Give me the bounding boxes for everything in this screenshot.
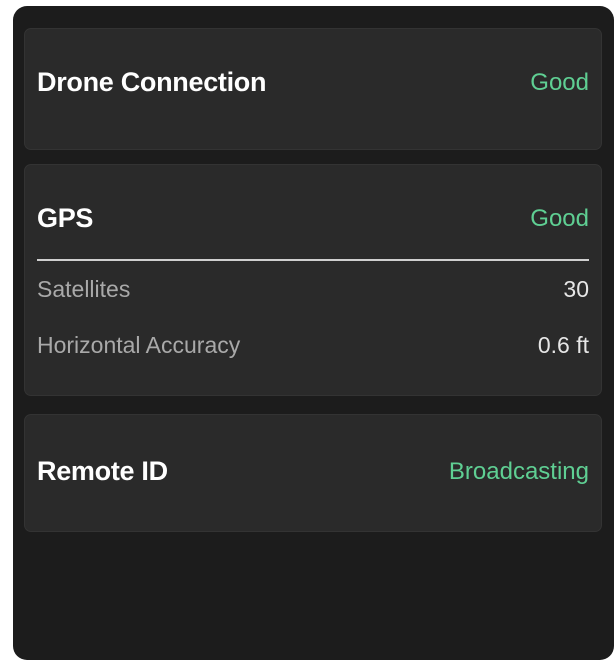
remote-id-status: Broadcasting xyxy=(448,457,589,485)
remote-id-row: Remote ID Broadcasting xyxy=(37,456,589,487)
remote-id-title: Remote ID xyxy=(37,456,168,486)
gps-title: GPS xyxy=(37,203,94,233)
gps-card: GPS Good Satellites 30 Horizontal Accura… xyxy=(24,164,602,396)
gps-status: Good xyxy=(530,204,589,232)
drone-connection-card: Drone Connection Good xyxy=(24,28,602,150)
horizontal-accuracy-label: Horizontal Accuracy xyxy=(37,332,241,358)
horizontal-accuracy-value: 0.6 ft xyxy=(537,332,589,358)
drone-connection-row: Drone Connection Good xyxy=(37,67,589,98)
status-panel: Drone Connection Good GPS Good Satellite… xyxy=(13,6,614,660)
gps-header-row: GPS Good xyxy=(37,203,589,234)
satellites-label: Satellites xyxy=(37,276,131,302)
gps-detail-row-horizontal-accuracy: Horizontal Accuracy 0.6 ft xyxy=(37,332,589,359)
drone-connection-status: Good xyxy=(530,68,589,96)
gps-detail-row-satellites: Satellites 30 xyxy=(37,276,589,303)
gps-divider xyxy=(37,259,589,261)
remote-id-card: Remote ID Broadcasting xyxy=(24,414,602,532)
satellites-value: 30 xyxy=(563,276,589,302)
drone-connection-title: Drone Connection xyxy=(37,67,267,97)
